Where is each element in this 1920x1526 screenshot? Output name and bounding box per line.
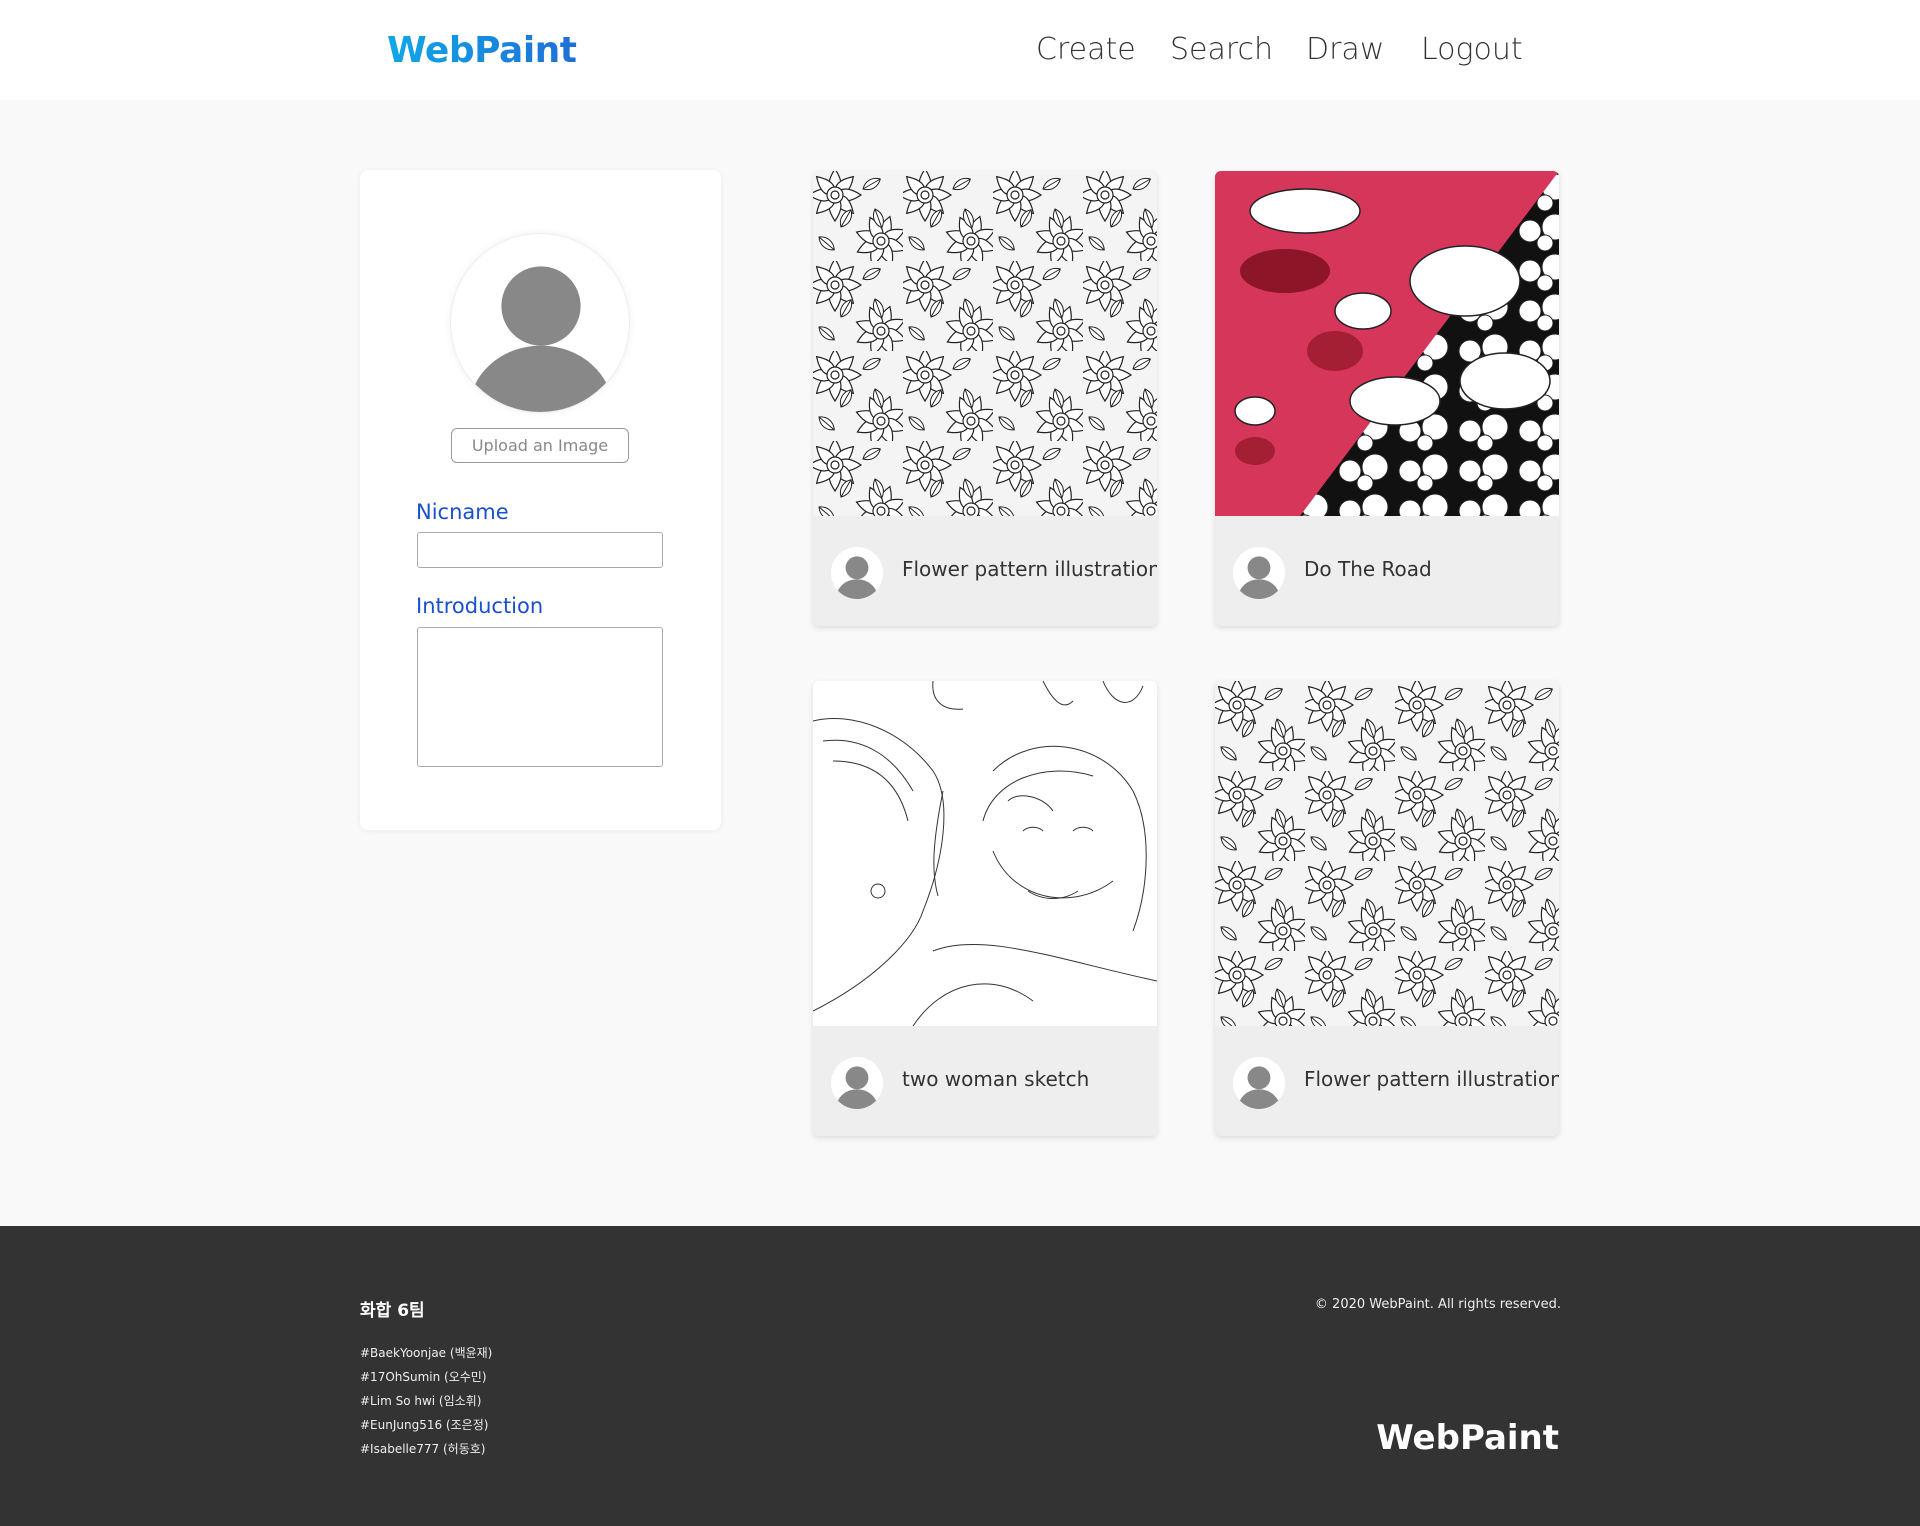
artwork-title[interactable]: two woman sketch bbox=[902, 1067, 1089, 1091]
member-item: #EunJung516 (조은정) bbox=[360, 1418, 489, 1432]
author-avatar[interactable] bbox=[831, 1057, 883, 1109]
artwork-image[interactable] bbox=[1215, 681, 1559, 1026]
member-item: #17OhSumin (오수민) bbox=[360, 1370, 487, 1384]
gallery-card[interactable]: Flower pattern illustration bbox=[1215, 681, 1559, 1136]
author-avatar[interactable] bbox=[831, 547, 883, 599]
nav-create[interactable]: Create bbox=[1036, 32, 1136, 67]
person-icon bbox=[836, 1066, 878, 1109]
introduction-field[interactable] bbox=[417, 627, 663, 767]
team-name: 화합 6팀 bbox=[360, 1301, 425, 1321]
nav-draw[interactable]: Draw bbox=[1306, 32, 1384, 67]
nickname-field[interactable] bbox=[417, 532, 663, 568]
gallery-card[interactable]: two woman sketch bbox=[813, 681, 1157, 1136]
card-footer: Do The Road bbox=[1215, 516, 1559, 626]
footer-logo: WebPaint bbox=[1376, 1418, 1559, 1458]
person-icon bbox=[836, 556, 878, 599]
introduction-label: Introduction bbox=[416, 594, 544, 618]
artwork-title[interactable]: Flower pattern illustration bbox=[1304, 1067, 1559, 1091]
gallery-card[interactable]: Flower pattern illustration bbox=[813, 171, 1157, 626]
logo[interactable]: WebPaint bbox=[387, 30, 577, 71]
copyright: © 2020 WebPaint. All rights reserved. bbox=[1314, 1297, 1561, 1312]
author-avatar[interactable] bbox=[1233, 1057, 1285, 1109]
top-header: WebPaint Create Search Draw Logout bbox=[0, 0, 1920, 100]
artwork-title[interactable]: Do The Road bbox=[1304, 557, 1432, 581]
upload-image-button[interactable]: Upload an Image bbox=[451, 428, 629, 463]
member-list: #BaekYoonjae (백윤재) #17OhSumin (오수민) #Lim… bbox=[360, 1341, 492, 1461]
artwork-image[interactable] bbox=[1215, 171, 1559, 516]
person-icon bbox=[1238, 1066, 1280, 1109]
artwork-image[interactable] bbox=[813, 681, 1157, 1026]
person-icon bbox=[469, 266, 613, 412]
nickname-label: Nicname bbox=[416, 500, 509, 524]
card-footer: Flower pattern illustration bbox=[813, 516, 1157, 626]
nav-search[interactable]: Search bbox=[1170, 32, 1273, 67]
author-avatar[interactable] bbox=[1233, 547, 1285, 599]
member-item: #Isabelle777 (허동호) bbox=[360, 1442, 486, 1456]
profile-avatar bbox=[450, 233, 630, 413]
artwork-title[interactable]: Flower pattern illustration bbox=[902, 557, 1157, 581]
gallery-card[interactable]: Do The Road bbox=[1215, 171, 1559, 626]
nav-logout[interactable]: Logout bbox=[1421, 32, 1523, 67]
member-item: #BaekYoonjae (백윤재) bbox=[360, 1346, 493, 1360]
footer: 화합 6팀 #BaekYoonjae (백윤재) #17OhSumin (오수민… bbox=[0, 1226, 1920, 1526]
member-item: #Lim So hwi (임소휘) bbox=[360, 1394, 482, 1408]
card-footer: two woman sketch bbox=[813, 1026, 1157, 1136]
profile-card: Upload an Image Nicname Introduction bbox=[360, 170, 721, 830]
person-icon bbox=[1238, 556, 1280, 599]
artwork-image[interactable] bbox=[813, 171, 1157, 516]
card-footer: Flower pattern illustration bbox=[1215, 1026, 1559, 1136]
